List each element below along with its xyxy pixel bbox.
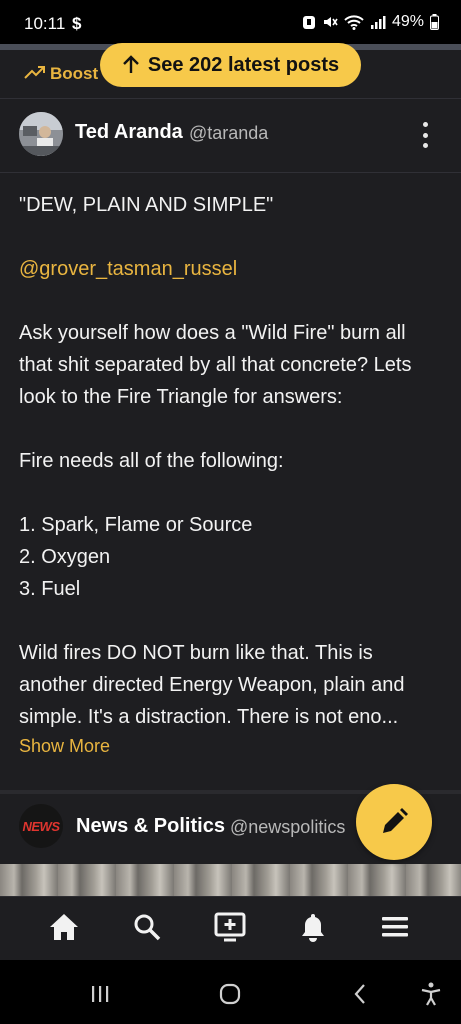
news-avatar[interactable]: NEWS xyxy=(19,804,63,848)
home-icon xyxy=(50,914,78,940)
avatar-photo xyxy=(19,112,63,156)
wifi-icon xyxy=(344,15,364,30)
menu-icon xyxy=(382,917,408,937)
post-paragraph: Wild fires DO NOT burn like that. This i… xyxy=(19,642,405,728)
status-bar: 10:11 $ 49% xyxy=(0,0,461,44)
system-home-button[interactable] xyxy=(216,978,244,1010)
boosted-label: Boost xyxy=(50,64,99,83)
nav-menu-button[interactable] xyxy=(377,910,413,944)
next-post-author-name[interactable]: News & Politics xyxy=(76,815,225,838)
list-item: 2. Oxygen xyxy=(19,546,111,568)
nav-search-button[interactable] xyxy=(129,910,165,944)
system-back-button[interactable] xyxy=(348,978,372,1010)
nav-notifications-button[interactable] xyxy=(295,910,331,944)
author-handle[interactable]: @taranda xyxy=(189,123,268,144)
show-more-link[interactable]: Show More xyxy=(19,736,110,757)
post-paragraph: Fire needs all of the following: xyxy=(19,450,284,472)
battery-percent: 49% xyxy=(391,13,424,30)
news-avatar-text: NEWS xyxy=(22,818,61,834)
search-icon xyxy=(134,914,161,941)
post-options-menu-icon[interactable] xyxy=(413,120,437,150)
list-item: 1. Spark, Flame or Source xyxy=(19,514,253,536)
recents-button[interactable] xyxy=(88,978,112,1010)
signal-icon xyxy=(370,16,386,29)
pencil-icon xyxy=(383,808,408,833)
post-paragraph: Ask yourself how does a "Wild Fire" burn… xyxy=(19,322,412,408)
see-latest-posts-label: See 202 latest posts xyxy=(147,53,340,76)
author-avatar[interactable] xyxy=(19,112,63,156)
arrow-up-icon xyxy=(123,55,139,73)
alarm-icon xyxy=(302,16,315,29)
recents-icon xyxy=(92,986,109,1002)
back-icon xyxy=(354,984,365,1004)
next-post-author-handle[interactable]: @newspolitics xyxy=(230,817,345,838)
nav-home-button[interactable] xyxy=(46,910,82,944)
trending-up-icon xyxy=(24,66,45,79)
nav-new-post-button[interactable] xyxy=(212,910,248,944)
battery-icon xyxy=(430,14,439,30)
mention-link[interactable]: @grover_tasman_russel xyxy=(19,253,444,285)
notification-dollar-icon: $ xyxy=(72,14,82,33)
accessibility-button[interactable] xyxy=(418,978,444,1010)
new-post-icon xyxy=(214,912,246,942)
home-circle-icon xyxy=(219,983,241,1005)
mute-icon xyxy=(323,17,338,27)
see-latest-posts-button[interactable]: See 202 latest posts xyxy=(100,43,361,87)
status-time: 10:11 xyxy=(24,14,66,33)
list-item: 3. Fuel xyxy=(19,578,81,600)
post-content: "DEW, PLAIN AND SIMPLE" @grover_tasman_r… xyxy=(19,189,444,733)
status-icons: 49% xyxy=(302,13,439,31)
author-name[interactable]: Ted Aranda xyxy=(75,121,183,144)
accessibility-icon xyxy=(421,982,441,1006)
post-title-line: "DEW, PLAIN AND SIMPLE" xyxy=(19,194,274,216)
bell-icon xyxy=(302,914,324,942)
compose-button[interactable] xyxy=(356,784,432,860)
next-post-media-preview[interactable] xyxy=(0,864,461,896)
